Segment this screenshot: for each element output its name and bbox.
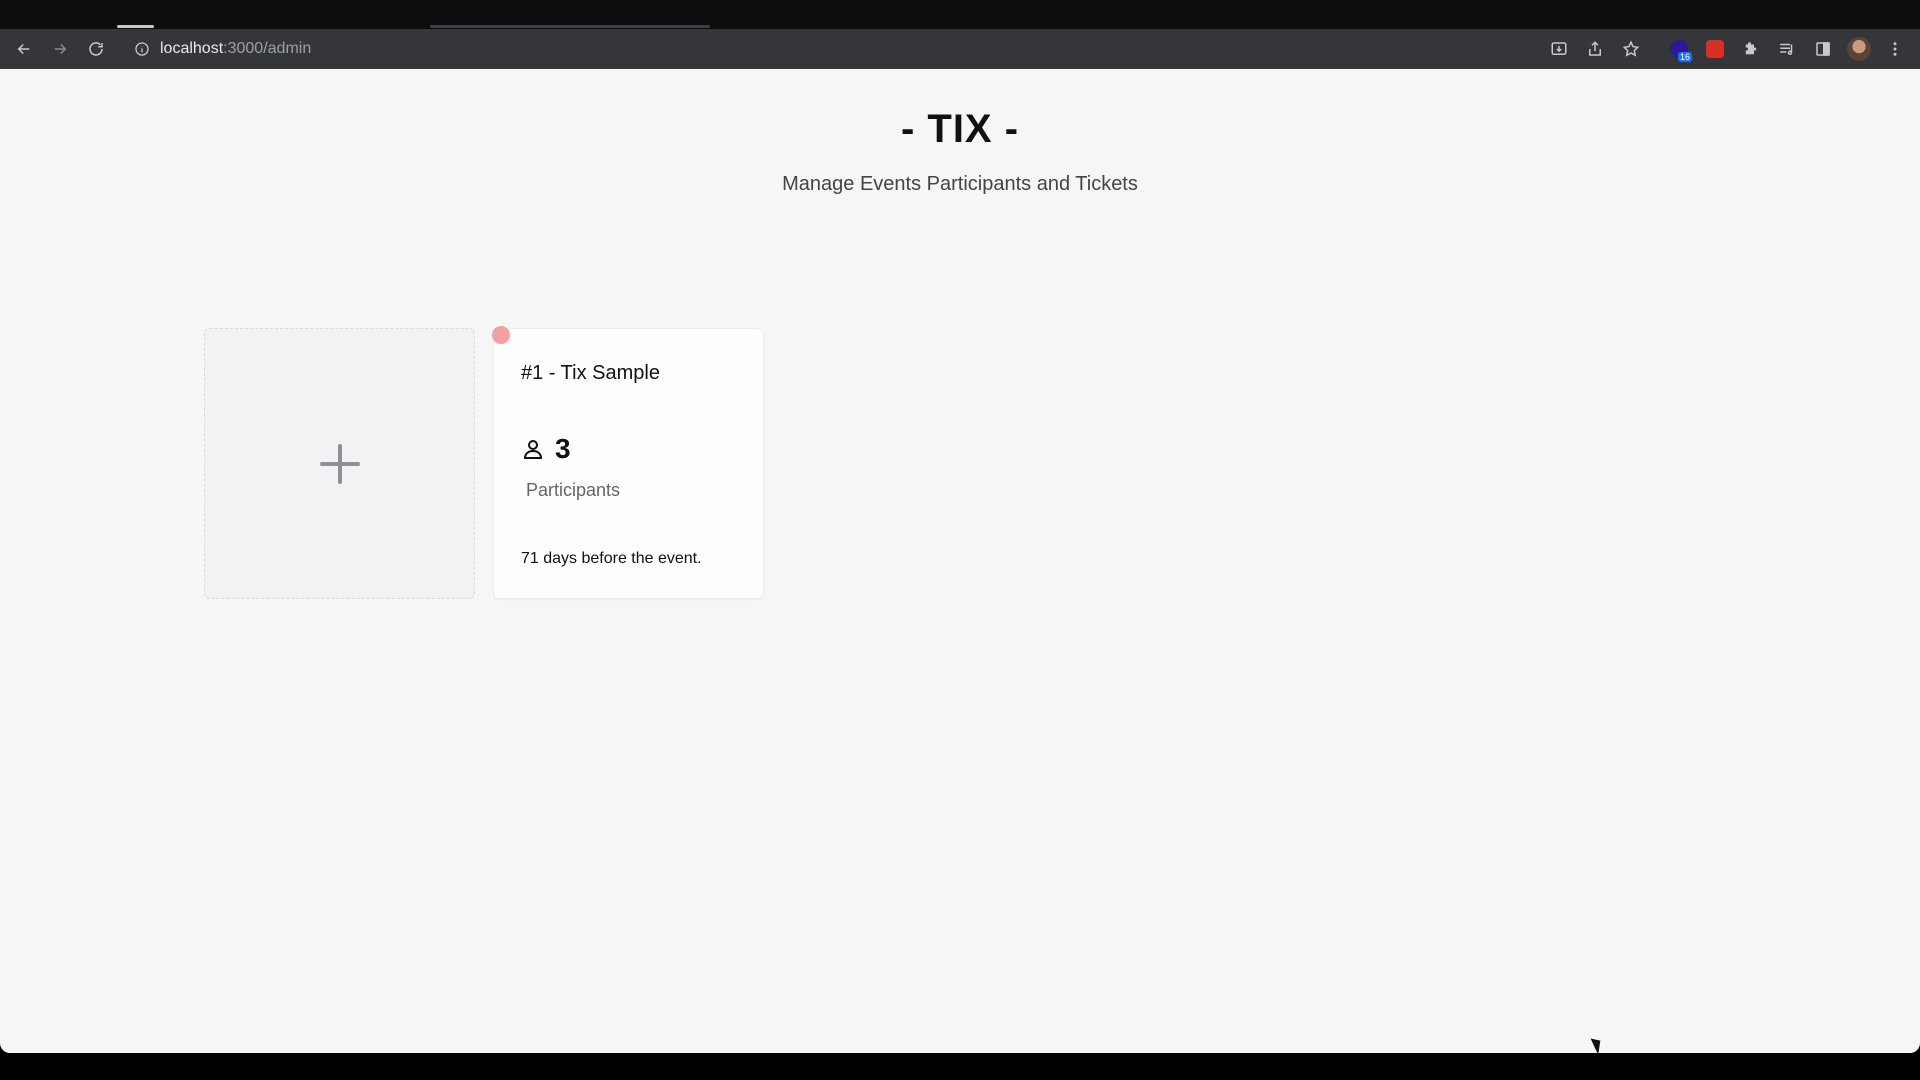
url-text: localhost:3000/admin	[160, 40, 311, 58]
arrow-left-icon	[17, 43, 30, 55]
tab-strip	[0, 0, 1920, 29]
browser-toolbar: localhost:3000/admin 16	[0, 29, 1920, 69]
forward-button[interactable]	[42, 31, 78, 67]
extensions-button[interactable]	[1736, 34, 1766, 64]
page-viewport: - TIX - Manage Events Participants and T…	[0, 69, 1920, 1053]
participants-row: 3	[521, 433, 571, 465]
extension-red-button[interactable]	[1700, 34, 1730, 64]
gift-extension-icon	[1706, 40, 1724, 58]
star-icon	[1622, 40, 1640, 57]
address-bar[interactable]: localhost:3000/admin	[124, 33, 1514, 65]
tab-separator	[430, 25, 710, 28]
side-panel-button[interactable]	[1808, 34, 1838, 64]
participant-count: 3	[555, 433, 571, 464]
add-event-card[interactable]	[204, 328, 475, 599]
extension-badge: 16	[1677, 52, 1692, 62]
media-icon	[1780, 43, 1793, 55]
menu-button[interactable]	[1880, 34, 1910, 64]
reload-button[interactable]	[78, 31, 114, 67]
page-subtitle: Manage Events Participants and Tickets	[782, 173, 1138, 195]
avatar	[1847, 37, 1871, 61]
puzzle-icon	[1745, 42, 1757, 55]
info-icon[interactable]	[134, 41, 150, 57]
share-button[interactable]	[1580, 34, 1610, 64]
reload-icon	[89, 42, 103, 56]
arrow-right-icon	[54, 43, 67, 55]
event-title: #1 - Tix Sample	[521, 362, 660, 384]
bookmark-button[interactable]	[1616, 34, 1646, 64]
event-card[interactable]: #1 - Tix Sample 3 Participants 71 days b…	[492, 326, 764, 599]
toolbar-actions: 16	[1544, 29, 1910, 69]
side-panel-icon	[1816, 42, 1830, 56]
install-button[interactable]	[1544, 34, 1574, 64]
event-countdown: 71 days before the event.	[521, 550, 702, 567]
page-title: - TIX -	[900, 107, 1020, 151]
status-indicator	[492, 326, 510, 344]
kebab-menu-icon	[1893, 42, 1897, 56]
back-button[interactable]	[6, 31, 42, 67]
plus-icon	[319, 443, 360, 484]
url-host: localhost	[160, 40, 224, 57]
install-icon	[1551, 42, 1567, 55]
participants-label: Participants	[526, 480, 621, 500]
share-icon	[1589, 41, 1601, 56]
person-icon	[523, 440, 543, 459]
active-tab-indicator	[117, 25, 154, 28]
media-button[interactable]	[1772, 34, 1802, 64]
extension-button[interactable]: 16	[1664, 34, 1694, 64]
profile-button[interactable]	[1844, 34, 1874, 64]
url-path: :3000/admin	[223, 40, 312, 57]
